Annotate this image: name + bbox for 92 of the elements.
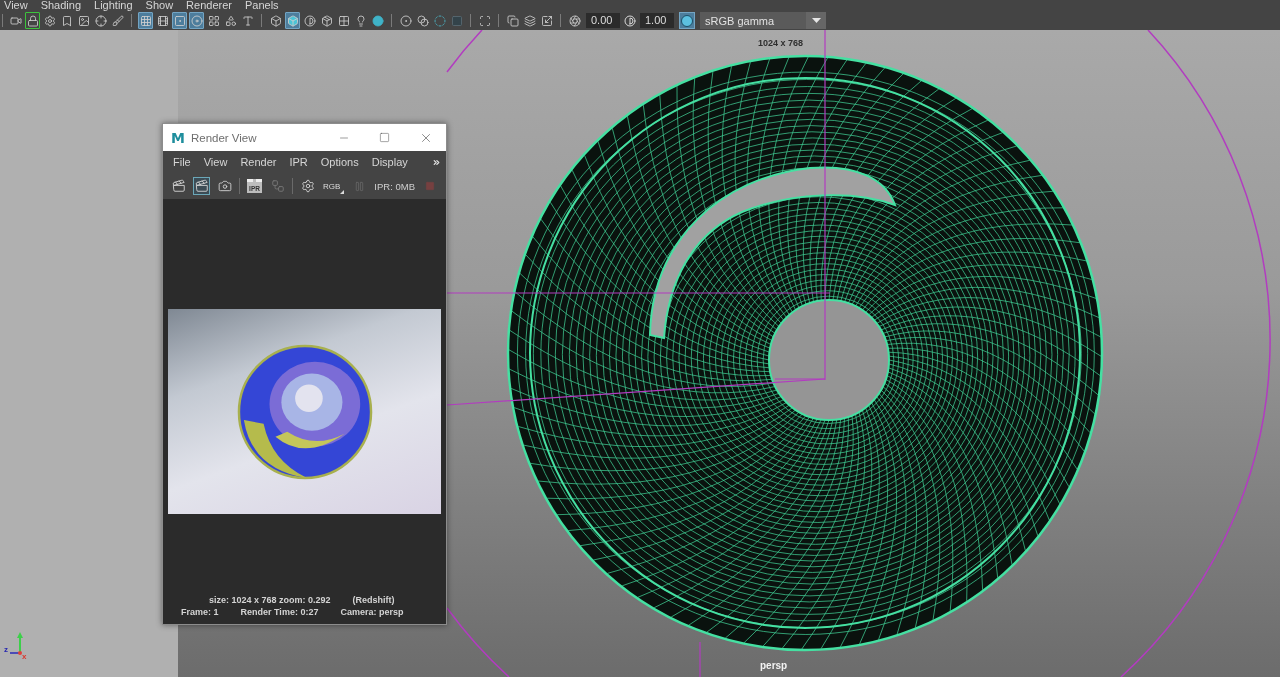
brush-button[interactable] xyxy=(110,12,125,29)
color-management-toggle[interactable] xyxy=(679,12,695,29)
overlapping-circles-icon xyxy=(416,14,429,27)
gear-icon xyxy=(300,179,315,193)
scale-icon xyxy=(540,14,553,27)
menu-item[interactable]: Options xyxy=(320,156,359,168)
image-icon xyxy=(77,14,90,27)
square-dot-button[interactable] xyxy=(172,12,187,29)
aperture-button[interactable] xyxy=(567,12,582,29)
resolution-label: 1024 x 768 xyxy=(758,38,804,48)
grid-icon xyxy=(139,14,152,27)
shaded-cube-icon xyxy=(286,14,299,27)
menu-item[interactable]: View xyxy=(203,156,228,168)
menu-item[interactable]: Display xyxy=(371,156,408,168)
square-icon xyxy=(450,14,463,27)
wireframe-cube-button[interactable] xyxy=(268,12,283,29)
menu-item[interactable]: Lighting xyxy=(94,0,133,11)
axis-label: x xyxy=(22,652,27,661)
crosshair-icon xyxy=(94,14,107,27)
menu-item[interactable]: Renderer xyxy=(186,0,232,11)
film-icon xyxy=(156,14,169,27)
dashed-circle-icon xyxy=(433,14,446,27)
maximize-icon xyxy=(379,132,390,143)
bookmark-icon xyxy=(60,14,73,27)
lock-button[interactable] xyxy=(25,12,40,29)
dashed-circle-button[interactable] xyxy=(432,12,447,29)
overlapping-circles-button[interactable] xyxy=(415,12,430,29)
window-title: Render View xyxy=(190,131,257,144)
lightbulb-icon xyxy=(354,14,367,27)
network-icon xyxy=(270,179,285,193)
stop-icon xyxy=(424,181,435,191)
channels-button[interactable]: RGB xyxy=(322,177,346,195)
grid-button[interactable] xyxy=(138,12,153,29)
axis-gizmo-icon xyxy=(9,632,23,655)
toggle-circle-icon xyxy=(681,14,693,27)
axis-label: z xyxy=(4,645,8,654)
gear-icon xyxy=(43,14,56,27)
disc-icon xyxy=(190,14,203,27)
layers-icon xyxy=(523,14,536,27)
copy-icon xyxy=(506,14,519,27)
app-logo: M xyxy=(171,129,185,146)
clapperboard-icon xyxy=(171,179,186,193)
sphere-icon xyxy=(399,14,412,27)
layout-grid-icon xyxy=(207,14,220,27)
brush-icon xyxy=(111,14,124,27)
guide-line xyxy=(699,641,701,677)
lock-icon xyxy=(26,14,39,27)
half-circle-icon xyxy=(303,14,316,27)
ball-button[interactable] xyxy=(370,12,385,29)
menu-item[interactable]: IPR xyxy=(289,156,308,168)
wireframe-cube-icon xyxy=(269,14,282,27)
render-settings-button[interactable] xyxy=(299,177,316,195)
menu-item[interactable]: Render xyxy=(240,156,277,168)
copy-button[interactable] xyxy=(505,12,520,29)
gamma-field[interactable]: 1.00 xyxy=(640,13,674,28)
menu-item[interactable]: File xyxy=(173,156,191,168)
crosshair-button[interactable] xyxy=(93,12,108,29)
layers-button[interactable] xyxy=(522,12,537,29)
render-size-info: size: 1024 x 768 zoom: 0.292 xyxy=(209,595,331,606)
half-circle-button[interactable] xyxy=(302,12,317,29)
more-menus-icon[interactable] xyxy=(432,157,441,167)
renderer-name: (Redshift) xyxy=(352,595,395,606)
contrast-icon[interactable] xyxy=(624,14,636,27)
render-region-button[interactable] xyxy=(193,177,210,195)
selection-frame-icon xyxy=(478,14,491,27)
checker-icon xyxy=(337,14,350,27)
caret-icon xyxy=(811,18,821,23)
letter-t-icon xyxy=(241,14,254,27)
render-button[interactable] xyxy=(170,177,187,195)
shaded-cube-button[interactable] xyxy=(285,12,300,29)
ball-icon xyxy=(371,14,384,27)
menu-item[interactable]: Shading xyxy=(40,0,82,11)
menu-item[interactable]: Panels xyxy=(244,0,279,11)
camera-name: Camera: persp xyxy=(340,607,404,618)
view-transform-dropdown[interactable]: sRGB gamma xyxy=(700,12,826,29)
ipr-memory-readout: IPR: 0MB xyxy=(374,180,415,192)
package-button[interactable] xyxy=(319,12,334,29)
sphere-button[interactable] xyxy=(398,12,413,29)
exposure-field[interactable]: 0.00 xyxy=(586,13,620,28)
shapes-icon xyxy=(224,14,237,27)
video-camera-icon xyxy=(9,14,22,27)
menu-item[interactable]: Show xyxy=(145,0,174,11)
frame-number: Frame: 1 xyxy=(181,607,219,618)
pause-icon xyxy=(354,180,366,192)
clapperboard-icon xyxy=(194,179,209,193)
caret-icon xyxy=(340,190,345,194)
camera-icon xyxy=(217,179,232,193)
camera-label: persp xyxy=(760,660,788,671)
aperture-icon xyxy=(568,14,581,27)
menu-item[interactable]: View xyxy=(4,0,28,11)
render-time: Render Time: 0:27 xyxy=(240,607,319,618)
package-icon xyxy=(320,14,333,27)
